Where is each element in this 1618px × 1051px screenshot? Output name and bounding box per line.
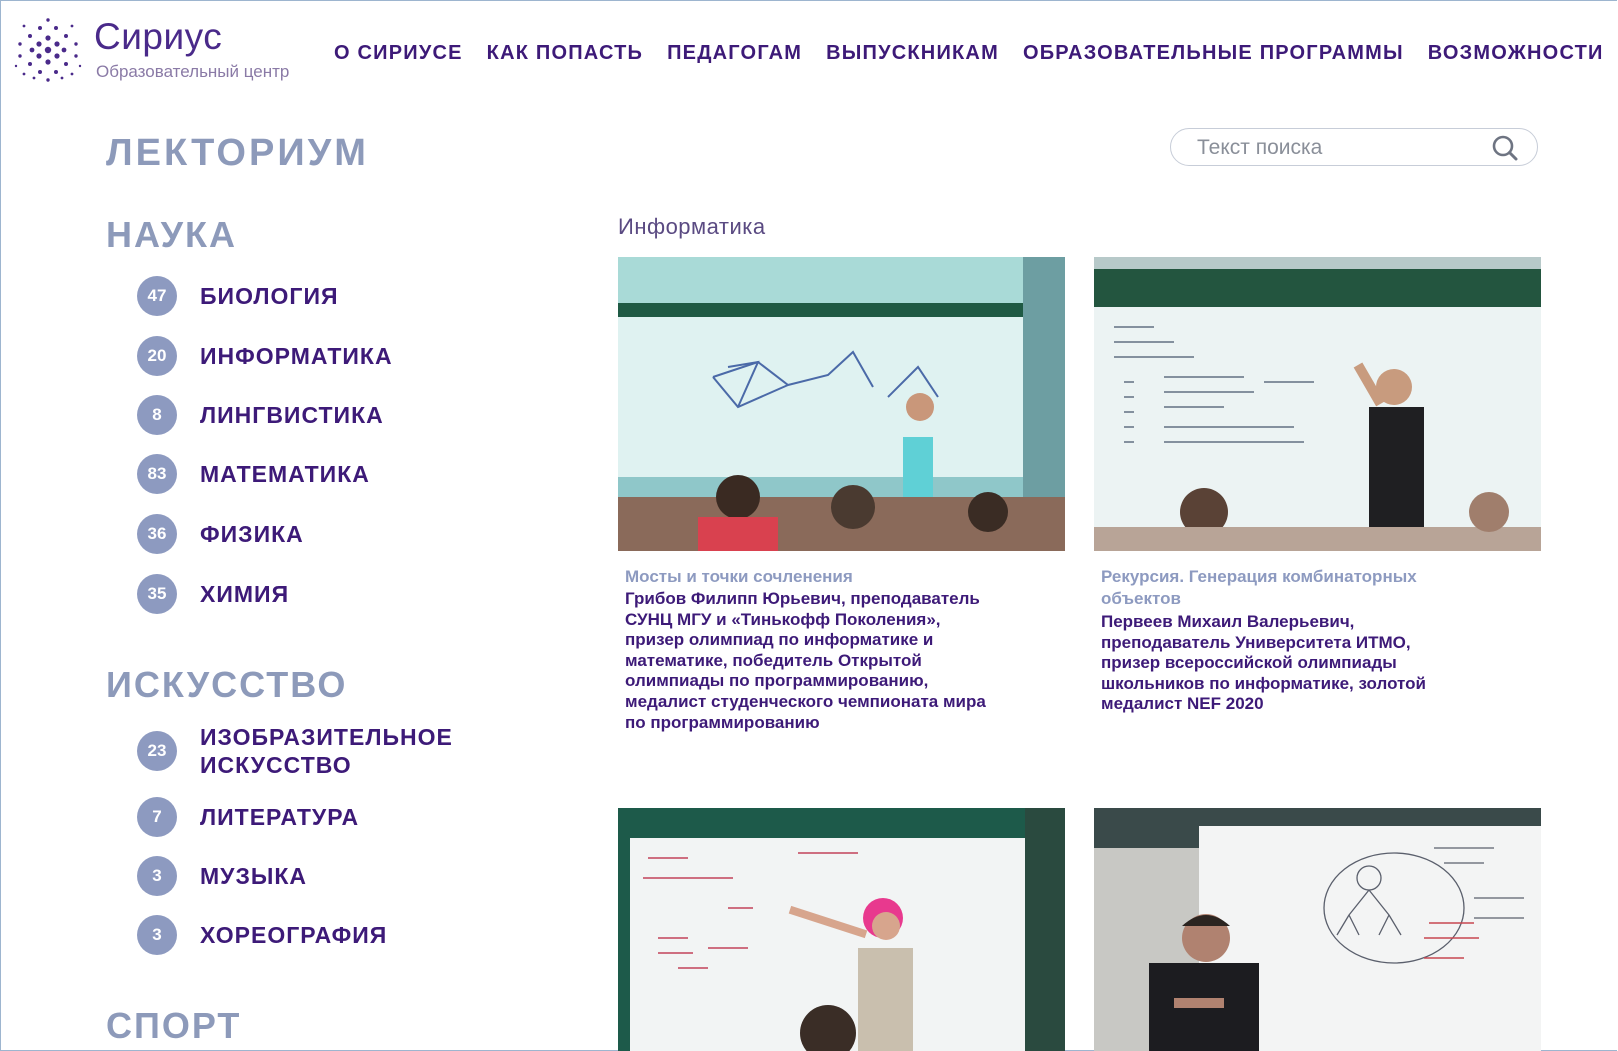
category-linguistics[interactable]: 8 ЛИНГВИСТИКА	[137, 395, 384, 435]
count-badge: 8	[137, 395, 177, 435]
search-input[interactable]	[1195, 133, 1489, 163]
lecture-description: Грибов Филипп Юрьевич, преподаватель СУН…	[625, 589, 1065, 733]
nav-admission[interactable]: КАК ПОПАСТЬ	[487, 42, 643, 65]
nav-about[interactable]: О СИРИУСЕ	[334, 42, 463, 65]
category-label: МУЗЫКА	[200, 863, 308, 889]
description-line: медалист студенческого чемпионата мира	[625, 691, 986, 711]
description-line: призер олимпиад по информатике и	[625, 630, 934, 650]
search-icon[interactable]	[1491, 134, 1519, 162]
logo-dots-icon	[14, 18, 82, 82]
description-line: олимпиады по программированию,	[625, 671, 929, 691]
category-label: ФИЗИКА	[200, 521, 304, 547]
section-title-science: НАУКА	[106, 214, 237, 255]
category-chemistry[interactable]: 35 ХИМИЯ	[137, 574, 289, 614]
category-literature[interactable]: 7 ЛИТЕРАТУРА	[137, 797, 359, 837]
section-title-art: ИСКУССТВО	[106, 664, 348, 705]
category-mathematics[interactable]: 83 МАТЕМАТИКА	[137, 454, 370, 494]
count-badge: 35	[137, 574, 177, 614]
count-badge: 7	[137, 797, 177, 837]
description-line: СУНЦ МГУ и «Тинькофф Поколения»,	[625, 609, 941, 629]
count-badge: 3	[137, 856, 177, 896]
description-line: медалист NEF 2020	[1101, 694, 1264, 714]
category-label: ИЗОБРАЗИТЕЛЬНОЕ ИСКУССТВО	[200, 723, 453, 779]
category-label: МАТЕМАТИКА	[200, 461, 370, 487]
category-label-line: ИЗОБРАЗИТЕЛЬНОЕ	[200, 724, 453, 750]
category-label: ХОРЕОГРАФИЯ	[200, 922, 388, 948]
page-title: ЛЕКТОРИУМ	[106, 132, 369, 174]
nav-opportunities[interactable]: ВОЗМОЖНОСТИ	[1428, 42, 1604, 65]
category-label: ИНФОРМАТИКА	[200, 343, 393, 369]
sirius-logo[interactable]: Сириус Образовательный центр	[12, 14, 312, 84]
count-badge: 36	[137, 514, 177, 554]
lecture-title-link[interactable]: Мосты и точки сочленения	[625, 566, 1065, 588]
category-label-line: ИСКУССТВО	[200, 752, 352, 778]
description-line: Грибов Филипп Юрьевич, преподаватель	[625, 589, 980, 608]
lecture-photo	[1094, 808, 1541, 1051]
nav-alumni[interactable]: ВЫПУСКНИКАМ	[826, 42, 999, 65]
lecture-thumbnail[interactable]	[618, 257, 1065, 551]
content-heading: Информатика	[618, 214, 766, 239]
count-badge: 3	[137, 915, 177, 955]
main-nav: О СИРИУСЕ КАК ПОПАСТЬ ПЕДАГОГАМ ВЫПУСКНИ…	[334, 42, 1618, 65]
description-line: математике, победитель Открытой	[625, 650, 922, 670]
count-badge: 20	[137, 336, 177, 376]
category-label: БИОЛОГИЯ	[200, 283, 339, 309]
category-physics[interactable]: 36 ФИЗИКА	[137, 514, 304, 554]
description-line: преподаватель Университета ИТМО,	[1101, 632, 1411, 652]
logo-subtitle: Образовательный центр	[96, 62, 290, 81]
category-biology[interactable]: 47 БИОЛОГИЯ	[137, 276, 339, 316]
description-line: призер всероссийской олимпиады	[1101, 653, 1397, 673]
category-informatics[interactable]: 20 ИНФОРМАТИКА	[137, 336, 393, 376]
lecture-photo	[618, 257, 1065, 551]
lecture-photo	[618, 808, 1065, 1051]
logo-name: Сириус	[94, 16, 223, 57]
nav-programs[interactable]: ОБРАЗОВАТЕЛЬНЫЕ ПРОГРАММЫ	[1023, 42, 1404, 65]
lecture-description: Первеев Михаил Валерьевич, преподаватель…	[1101, 612, 1541, 715]
title-line: объектов	[1101, 589, 1181, 608]
nav-teachers[interactable]: ПЕДАГОГАМ	[667, 42, 802, 65]
count-badge: 23	[137, 731, 177, 771]
lecture-title-link[interactable]: Рекурсия. Генерация комбинаторных объект…	[1101, 566, 1541, 610]
section-title-sport: СПОРТ	[106, 1005, 242, 1046]
count-badge: 83	[137, 454, 177, 494]
description-line: Первеев Михаил Валерьевич,	[1101, 612, 1355, 631]
lecture-thumbnail[interactable]	[1094, 257, 1541, 551]
count-badge: 47	[137, 276, 177, 316]
category-label: ЛИНГВИСТИКА	[200, 402, 384, 428]
category-choreography[interactable]: 3 ХОРЕОГРАФИЯ	[137, 915, 387, 955]
search-box	[1170, 128, 1538, 166]
category-fine-art[interactable]: 23 ИЗОБРАЗИТЕЛЬНОЕ ИСКУССТВО	[137, 723, 453, 779]
lecture-thumbnail[interactable]	[1094, 808, 1541, 1051]
description-line: школьников по информатике, золотой	[1101, 673, 1426, 693]
title-line: Рекурсия. Генерация комбинаторных	[1101, 567, 1417, 586]
category-label: ХИМИЯ	[200, 581, 290, 607]
lecture-thumbnail[interactable]	[618, 808, 1065, 1051]
description-line: по программированию	[625, 712, 820, 732]
category-music[interactable]: 3 МУЗЫКА	[137, 856, 307, 896]
category-label: ЛИТЕРАТУРА	[200, 804, 360, 830]
lecture-photo	[1094, 257, 1541, 551]
